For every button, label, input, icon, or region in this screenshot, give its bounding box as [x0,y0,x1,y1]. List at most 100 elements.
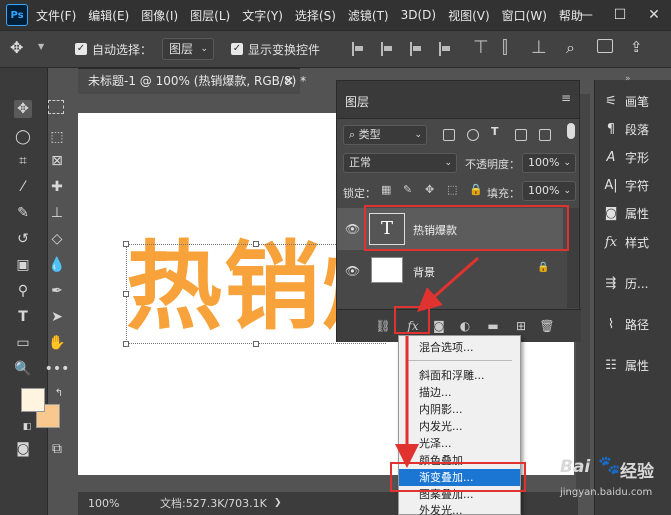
auto-select-target-dropdown[interactable]: 图层 ⌄ [162,38,214,60]
dock-item-character[interactable]: A| 字符 [601,175,669,195]
layers-panel-title[interactable]: 图层 [345,93,369,110]
dock-item-paragraph[interactable]: ¶ 段落 [601,119,669,139]
blur-tool-icon[interactable]: 💧 [48,256,66,274]
menu-window[interactable]: 窗口(W) [502,7,547,24]
menu-image[interactable]: 图像(I) [141,7,178,24]
default-colors-icon[interactable]: ◧ [18,418,36,436]
menu-3d[interactable]: 3D(D) [401,8,436,22]
new-group-icon[interactable]: ▬ [485,318,501,334]
dock-item-styles[interactable]: fx 样式 [601,232,669,252]
blend-mode-dropdown[interactable]: 正常 ⌄ [343,153,457,173]
distribute-vcenter-icon[interactable]: ⫿ [502,37,508,58]
lock-position-icon[interactable]: ✥ [425,183,434,196]
visibility-eye-icon[interactable]: 👁 [345,222,360,236]
menu-filter[interactable]: 滤镜(T) [348,7,389,24]
lock-artboard-icon[interactable]: ⬚ [447,183,457,196]
panel-menu-icon[interactable]: ≡ [561,91,571,105]
workspace-icon[interactable] [597,39,613,53]
collapse-dock-icon[interactable]: » [625,74,631,84]
stamp-tool-icon[interactable]: ⊥ [48,204,66,222]
dock-item-properties[interactable]: ◙ 属性 [601,203,669,223]
path-select-tool-icon[interactable]: ➤ [48,308,66,326]
zoom-level[interactable]: 100% [88,492,119,515]
new-layer-icon[interactable]: ⊞ [513,318,529,334]
menu-item-blending-options[interactable]: 混合选项... [399,339,520,356]
eraser-tool-icon[interactable]: ◇ [48,230,66,248]
screen-mode-icon[interactable]: ⧉ [48,440,66,458]
menu-item-bevel-emboss[interactable]: 斜面和浮雕... [399,367,520,384]
distribute-bottom-icon[interactable]: ⊥ [531,37,547,58]
align-hcenter-icon[interactable] [381,42,393,56]
type-tool-icon[interactable]: T [14,308,32,326]
healing-brush-tool-icon[interactable]: ✚ [48,178,66,196]
lock-pixels-icon[interactable]: ✎ [403,183,412,196]
menu-item-satin[interactable]: 光泽... [399,435,520,452]
search-icon[interactable]: ⌕ [566,38,575,58]
quick-mask-icon[interactable]: ◙ [14,440,32,458]
frame-tool-icon[interactable]: ⊠ [48,152,66,170]
opacity-input[interactable]: 100% ⌄ [522,153,576,173]
align-left-icon[interactable] [352,42,364,56]
quick-select-tool-icon[interactable]: ⬚ [48,128,66,146]
brush-tool-icon[interactable]: ✎ [14,204,32,222]
filter-type-icon[interactable]: T [491,125,499,138]
tool-preset-chevron-icon[interactable]: ▼ [38,42,44,51]
layer-name[interactable]: 背景 [413,264,435,280]
dock-item-adjustments[interactable]: ☷ 属性 [601,355,669,375]
lasso-tool-icon[interactable]: ◯ [14,128,32,146]
close-tab-icon[interactable]: ✕ [284,69,294,93]
dock-item-history[interactable]: ⇶ 历... [601,273,669,293]
menu-item-stroke[interactable]: 描边... [399,384,520,401]
link-layers-icon[interactable]: ⛓ [375,318,391,334]
delete-layer-icon[interactable]: 🗑 [539,318,555,334]
zoom-tool-icon[interactable]: 🔍 [14,360,32,378]
move-tool-icon[interactable]: ✥ [14,100,32,118]
lock-transparent-icon[interactable]: ▦ [381,183,391,196]
menu-layer[interactable]: 图层(L) [190,7,230,24]
transform-handle[interactable] [123,341,129,347]
filter-adjustment-icon[interactable] [467,129,479,141]
dock-item-glyphs[interactable]: A 字形 [601,147,669,167]
status-expand-icon[interactable]: ❯ [274,492,282,515]
lock-all-icon[interactable]: 🔒 [469,183,483,196]
foreground-color-swatch[interactable] [21,388,45,412]
dodge-tool-icon[interactable]: ⚲ [14,282,32,300]
menu-type[interactable]: 文字(Y) [242,7,283,24]
close-icon[interactable]: ✕ [637,0,671,30]
menu-item-outer-glow[interactable]: 外发光... [399,502,520,515]
transform-handle[interactable] [123,241,129,247]
gradient-tool-icon[interactable]: ▣ [14,256,32,274]
filter-pixel-icon[interactable] [443,129,455,141]
transform-handle[interactable] [123,291,129,297]
maximize-icon[interactable]: ☐ [603,0,637,30]
adjustment-layer-icon[interactable]: ◐ [457,318,473,334]
eyedropper-tool-icon[interactable]: ⁄ [14,178,32,196]
minimize-icon[interactable]: — [569,0,603,30]
filter-toggle-icon[interactable] [567,123,575,139]
transform-handle[interactable] [253,341,259,347]
swap-colors-icon[interactable]: ↰ [50,384,68,402]
share-icon[interactable]: ⇪ [630,38,643,56]
document-tab[interactable]: 未标题-1 @ 100% (热销爆款, RGB/8) * ✕ [78,68,306,94]
filter-shape-icon[interactable] [515,129,527,141]
menu-select[interactable]: 选择(S) [295,7,336,24]
align-right-icon[interactable] [410,42,422,56]
more-tools-icon[interactable]: ••• [45,360,70,378]
pen-tool-icon[interactable]: ✒ [48,282,66,300]
hand-tool-icon[interactable]: ✋ [48,334,66,352]
move-tool-icon[interactable]: ✥ [10,38,23,57]
background-layer-thumbnail[interactable] [371,257,403,283]
menu-file[interactable]: 文件(F) [36,7,76,24]
marquee-tool-icon[interactable] [48,100,64,114]
visibility-eye-icon[interactable]: 👁 [345,264,360,278]
menu-edit[interactable]: 编辑(E) [88,7,129,24]
transform-handle[interactable] [253,241,259,247]
align-top-icon[interactable] [439,42,451,56]
dock-item-brush[interactable]: ⚟ 画笔 [601,91,669,111]
dock-item-paths[interactable]: ⌇ 路径 [601,314,669,334]
crop-tool-icon[interactable]: ⌗ [14,152,32,170]
show-transform-checkbox[interactable]: ✓ [231,43,243,55]
distribute-top-icon[interactable]: ⊤ [473,37,489,58]
layer-filter-dropdown[interactable]: ⌕ 类型 ⌄ [343,125,427,145]
menu-item-inner-glow[interactable]: 内发光... [399,418,520,435]
